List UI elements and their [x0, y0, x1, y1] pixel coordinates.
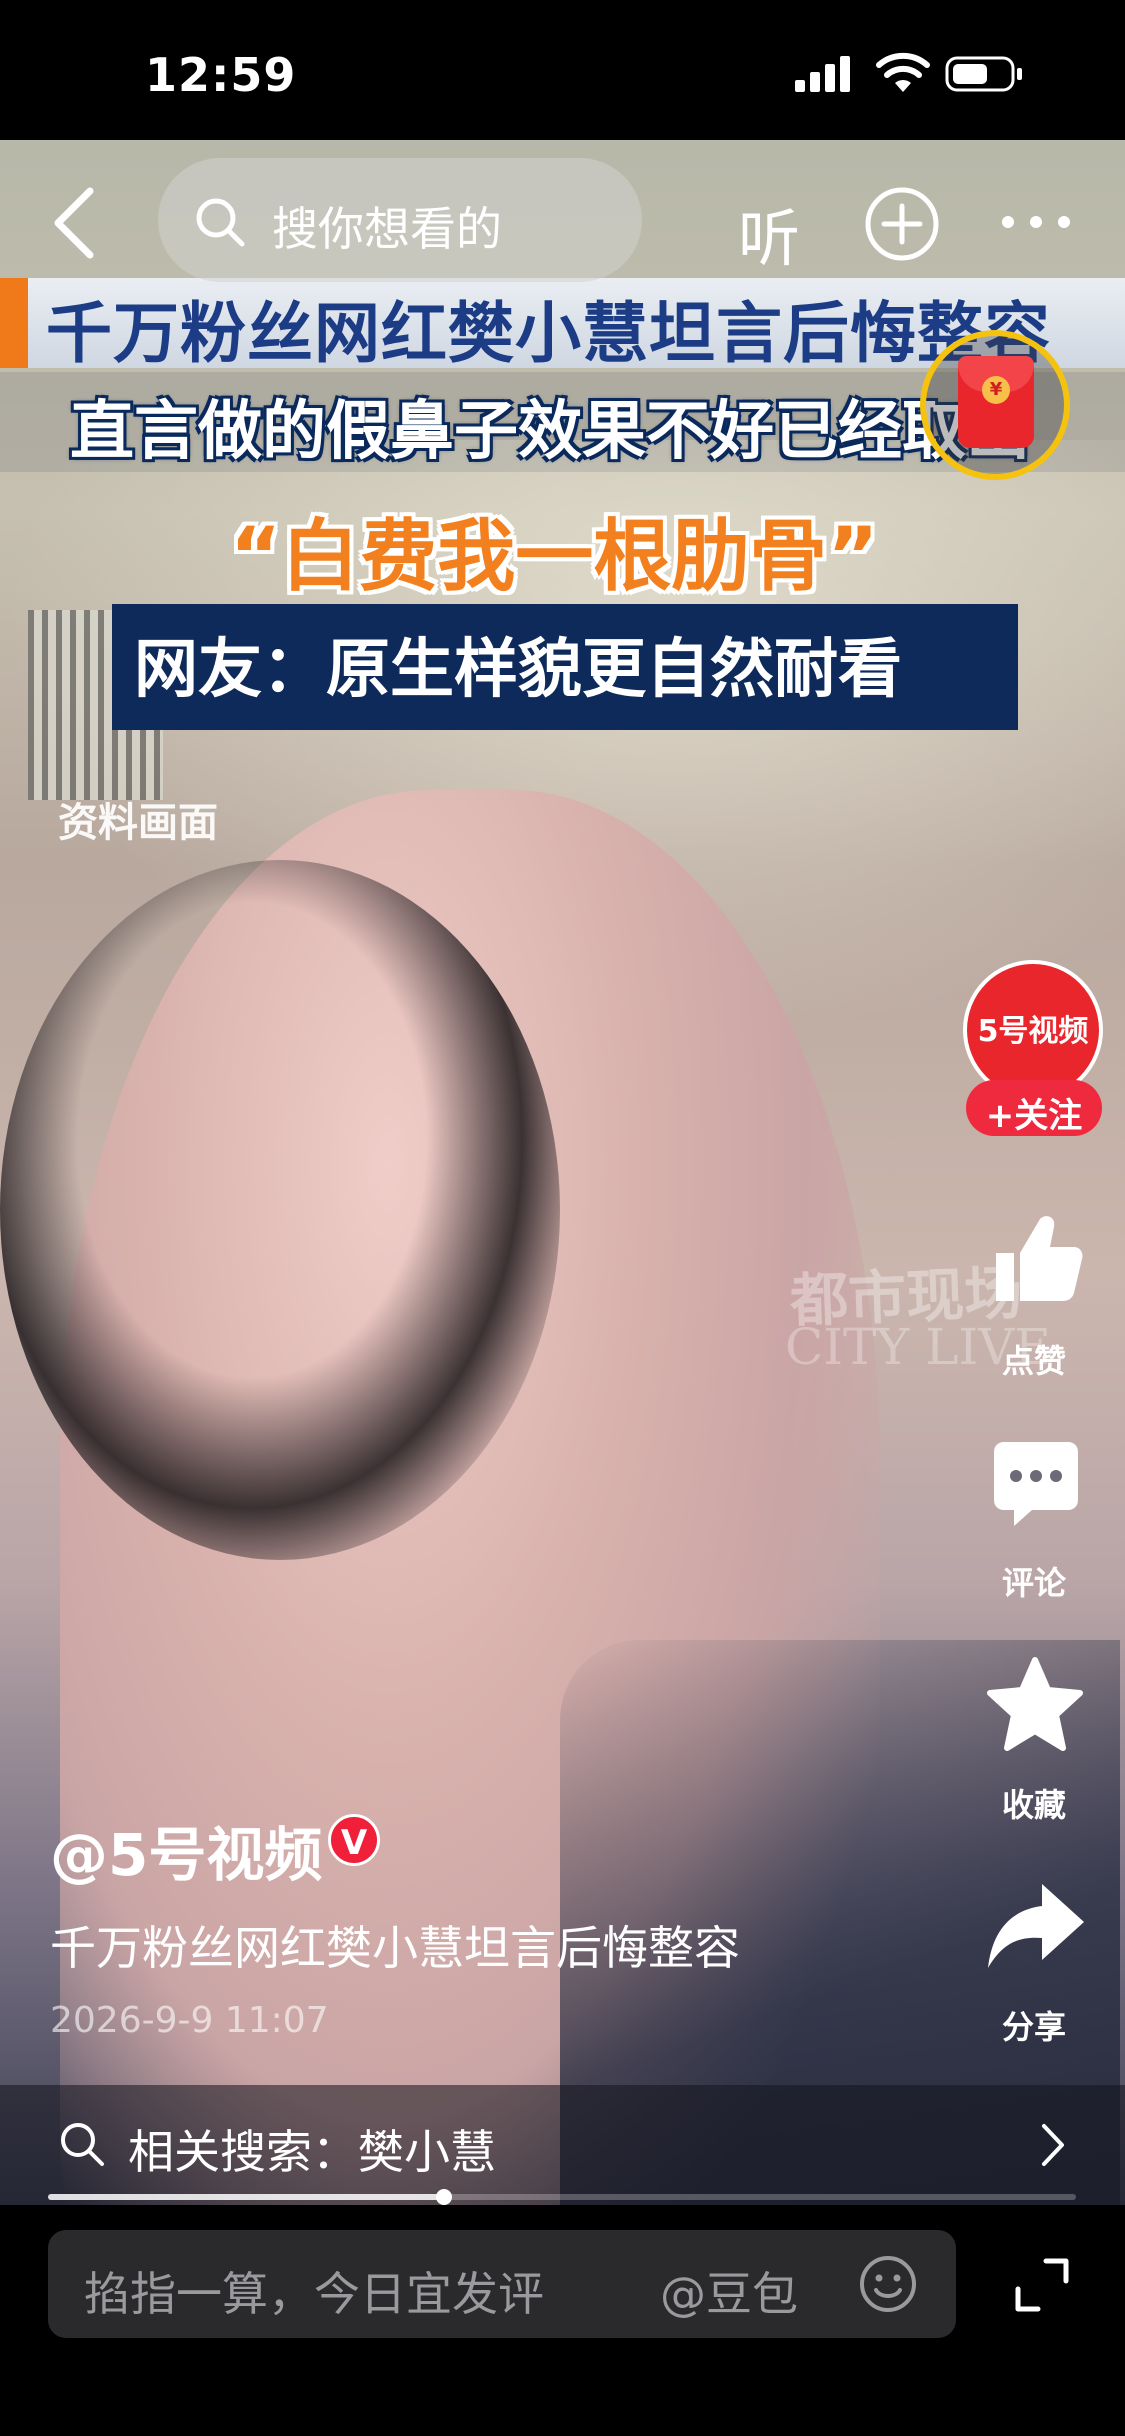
comment-placeholder[interactable]: 掐指一算，今日宜发评 — [84, 2258, 544, 2324]
video-headline: 千万粉丝网红樊小慧坦言后悔整容 — [46, 295, 1051, 372]
share-label: 分享 — [1001, 2008, 1066, 2046]
more-icon[interactable] — [1000, 212, 1072, 232]
progress-fill — [48, 2194, 444, 2200]
headline-accent — [0, 278, 28, 368]
cellular-signal-icon — [795, 56, 850, 92]
video-quote: “白费我一根肋骨” — [230, 512, 879, 602]
share-icon[interactable] — [980, 1872, 1090, 1982]
author-handle[interactable]: @5号视频 — [50, 1808, 322, 1892]
collect-label: 收藏 — [1001, 1786, 1066, 1824]
follow-label[interactable]: +关注 — [966, 1088, 1102, 1137]
collect-icon[interactable] — [980, 1652, 1090, 1762]
status-bar: 12:59 — [0, 0, 1125, 140]
mention-assistant[interactable]: @豆包 — [660, 2258, 798, 2324]
verified-badge: V — [328, 1814, 380, 1866]
like-icon[interactable] — [980, 1205, 1090, 1315]
chevron-right-icon[interactable] — [1038, 2120, 1068, 2170]
progress-scrubber[interactable] — [435, 2189, 452, 2205]
red-packet-coin-icon: ¥ — [982, 376, 1010, 404]
back-icon[interactable] — [46, 183, 106, 263]
video-subline: 直言做的假鼻子效果不好已经取出 — [70, 395, 1030, 469]
listen-button[interactable]: 听 — [738, 188, 800, 278]
author-avatar[interactable]: 5号视频 — [963, 960, 1103, 1100]
post-timestamp: 2026-9-9 11:07 — [50, 2000, 329, 2041]
add-icon[interactable] — [864, 186, 940, 262]
status-time: 12:59 — [145, 48, 297, 102]
avatar-logo-text: 5号视频 — [977, 1014, 1089, 1049]
comment-icon[interactable] — [980, 1430, 1090, 1540]
emoji-icon[interactable] — [858, 2254, 918, 2314]
comment-label: 评论 — [1001, 1564, 1066, 1602]
related-search-label[interactable]: 相关搜索：樊小慧 — [128, 2116, 496, 2182]
fullscreen-icon[interactable] — [1014, 2257, 1070, 2313]
battery-icon — [945, 56, 1022, 92]
netizen-comment: 网友：原生样貌更自然耐看 — [134, 633, 902, 707]
caption-title[interactable]: 千万粉丝网红樊小慧坦言后悔整容 — [50, 1912, 740, 1978]
search-icon — [61, 2123, 104, 2166]
search-placeholder[interactable]: 搜你想看的 — [272, 193, 502, 259]
wifi-icon — [876, 52, 930, 92]
archive-footage-label: 资料画面 — [58, 800, 218, 846]
search-icon — [196, 198, 245, 247]
like-label: 点赞 — [1001, 1342, 1066, 1380]
video-subject-hair — [0, 860, 560, 1560]
